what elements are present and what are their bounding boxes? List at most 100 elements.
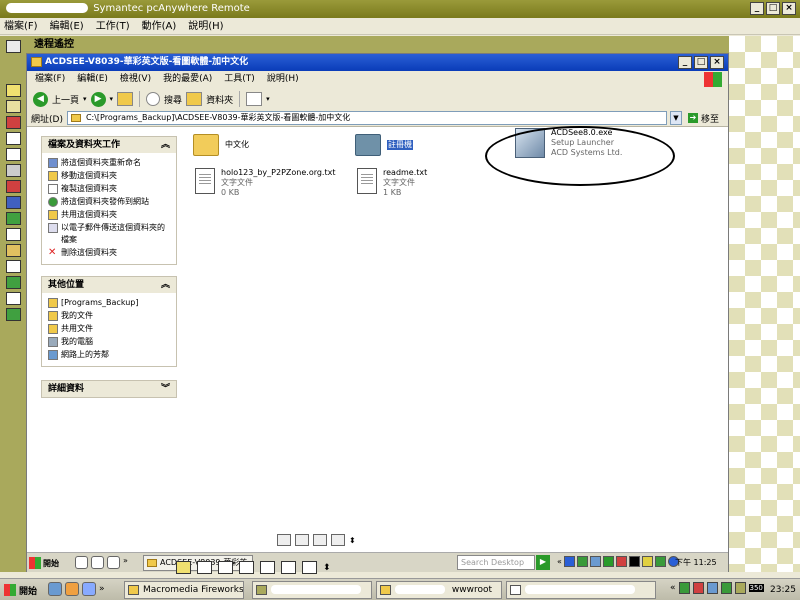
menu-help[interactable]: 說明(H) — [267, 71, 299, 88]
menu-favorites[interactable]: 我的最愛(A) — [163, 71, 212, 88]
refresh-icon[interactable] — [6, 308, 21, 321]
views-icon[interactable] — [246, 92, 263, 106]
menu-action[interactable]: 動作(A) — [142, 18, 177, 34]
tray-icon[interactable] — [589, 556, 601, 567]
taskbar-window-button[interactable] — [506, 581, 656, 599]
tray-icon[interactable] — [563, 556, 575, 567]
config-icon[interactable] — [6, 260, 21, 273]
views-dropdown-icon[interactable]: ▾ — [266, 95, 270, 103]
tray-icon[interactable] — [734, 582, 746, 594]
session-icon[interactable] — [6, 100, 21, 113]
file-tasks-header[interactable]: 檔案及資料夾工作 ︽ — [42, 137, 176, 153]
tray-icon[interactable] — [706, 582, 718, 594]
menu-work[interactable]: 工作(T) — [96, 18, 130, 34]
transfer-icon[interactable] — [6, 116, 21, 129]
tray-expand-icon[interactable]: « — [557, 557, 562, 566]
screen-icon[interactable] — [313, 534, 327, 546]
chat-icon[interactable] — [6, 148, 21, 161]
task-copy-folder[interactable]: 複製這個資料夾 — [48, 183, 172, 195]
back-button[interactable]: 上一頁 — [52, 93, 79, 106]
menu-edit[interactable]: 編輯(E) — [77, 71, 108, 88]
forward-dropdown-icon[interactable]: ▾ — [110, 95, 114, 103]
tray-icon[interactable] — [628, 556, 640, 567]
desktop-search-input[interactable]: Search Desktop — [457, 555, 535, 570]
details-header[interactable]: 詳細資料 ︾ — [42, 381, 176, 397]
expand-icon[interactable] — [6, 40, 21, 53]
task-share-folder[interactable]: 共用這個資料夾 — [48, 209, 172, 221]
folders-icon[interactable] — [186, 92, 203, 106]
go-button[interactable]: ➔ 移至 — [687, 112, 719, 125]
tray-icon[interactable] — [654, 556, 666, 567]
network-icon[interactable] — [6, 212, 21, 225]
address-input[interactable]: C:\[Programs_Backup]\ACDSEE-V8039-華彩英文版-… — [66, 111, 667, 125]
file-item-folder-chinese[interactable]: 中文化 — [193, 134, 249, 156]
help-icon[interactable] — [302, 561, 317, 574]
tray-icon[interactable] — [692, 582, 704, 594]
place-my-documents[interactable]: 我的文件 — [48, 310, 172, 322]
collapse-chevron-icon[interactable]: ︽ — [161, 277, 170, 293]
search-go-button[interactable]: ▶ — [536, 555, 550, 570]
search-button[interactable]: 搜尋 — [164, 93, 182, 106]
other-places-header[interactable]: 其他位置 ︽ — [42, 277, 176, 293]
back-arrow-icon[interactable]: ◀ — [33, 91, 48, 107]
draw-icon[interactable] — [239, 561, 254, 574]
clipboard-icon[interactable] — [6, 292, 21, 305]
task-email-folder[interactable]: 以電子郵件傳送這個資料夾的檔案 — [48, 222, 172, 246]
info-icon[interactable] — [6, 276, 21, 289]
host-start-button[interactable]: 開始 — [4, 582, 37, 598]
folders-button[interactable]: 資料夾 — [206, 93, 233, 106]
keyboard-icon[interactable] — [277, 534, 291, 546]
annotate-icon[interactable] — [260, 561, 275, 574]
tray-icon[interactable] — [641, 556, 653, 567]
place-network[interactable]: 網路上的芳鄰 — [48, 349, 172, 361]
place-shared-documents[interactable]: 共用文件 — [48, 323, 172, 335]
menu-edit[interactable]: 編輯(E) — [50, 18, 84, 34]
place-my-computer[interactable]: 我的電腦 — [48, 336, 172, 348]
help-icon[interactable] — [331, 534, 345, 546]
expand-chevron-icon[interactable]: ︾ — [161, 381, 170, 397]
task-delete-folder[interactable]: ✕ 刪除這個資料夾 — [48, 247, 172, 259]
taskbar-fireworks-button[interactable]: Macromedia Fireworks M... — [124, 581, 244, 599]
pen-icon[interactable] — [218, 561, 233, 574]
keyboard-icon[interactable] — [176, 561, 191, 574]
place-programs-backup[interactable]: [Programs_Backup] — [48, 297, 172, 309]
menu-file[interactable]: 檔案(F) — [35, 71, 65, 88]
taskbar-pcanywhere-button[interactable] — [252, 581, 372, 599]
outer-maximize-button[interactable]: □ — [766, 2, 780, 15]
tool-icon[interactable] — [6, 180, 21, 193]
pen-icon[interactable] — [295, 534, 309, 546]
more-icon[interactable]: ⬍ — [323, 563, 331, 573]
explorer-minimize-button[interactable]: _ — [678, 56, 692, 69]
desktop-icon[interactable] — [82, 582, 96, 596]
tray-icon[interactable] — [576, 556, 588, 567]
browser-icon[interactable] — [75, 556, 88, 569]
tray-icon[interactable] — [615, 556, 627, 567]
more-icon[interactable]: ⬍ — [349, 536, 356, 545]
more-icon[interactable]: » — [99, 584, 105, 594]
file-icon[interactable] — [6, 164, 21, 177]
forward-arrow-icon[interactable]: ▶ — [90, 91, 106, 107]
task-rename-folder[interactable]: 將這個資料夾重新命名 — [48, 157, 172, 169]
menu-file[interactable]: 檔案(F) — [4, 18, 38, 34]
menu-tools[interactable]: 工具(T) — [224, 71, 255, 88]
task-move-folder[interactable]: 移動這個資料夾 — [48, 170, 172, 182]
search-icon[interactable] — [146, 92, 161, 106]
ctrl-alt-del-icon[interactable] — [197, 561, 212, 574]
monitor-icon[interactable] — [6, 196, 21, 209]
tray-icon[interactable] — [678, 582, 690, 594]
file-item-folder-keygen[interactable]: 註冊機 — [355, 134, 413, 156]
tray-badge[interactable]: 350 — [748, 584, 764, 592]
print-icon[interactable] — [6, 244, 21, 257]
tray-expand-icon[interactable]: « — [670, 583, 676, 593]
browser-icon[interactable] — [48, 582, 62, 596]
file-item-holo-txt[interactable]: holo123_by_P2PZone.org.txt 文字文件 0 KB — [195, 168, 335, 198]
explorer-close-button[interactable]: × — [710, 56, 724, 69]
media-icon[interactable] — [65, 582, 79, 596]
explorer-maximize-button[interactable]: □ — [694, 56, 708, 69]
menu-view[interactable]: 檢視(V) — [120, 71, 151, 88]
tray-icon[interactable] — [720, 582, 732, 594]
menu-help[interactable]: 說明(H) — [188, 18, 223, 34]
more-icon[interactable]: » — [123, 556, 128, 569]
outer-minimize-button[interactable]: _ — [750, 2, 764, 15]
taskbar-wwwroot-button[interactable]: wwwroot — [376, 581, 502, 599]
